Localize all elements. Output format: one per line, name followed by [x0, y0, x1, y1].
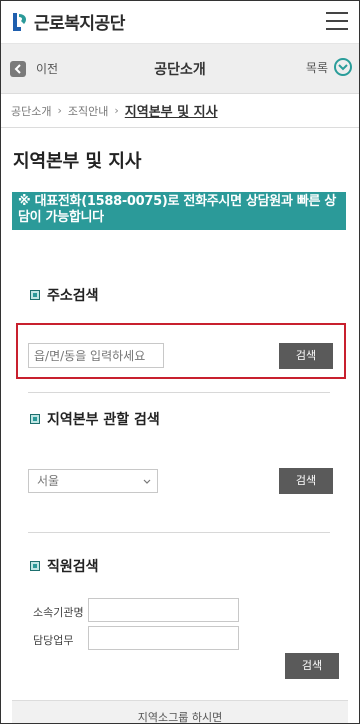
- bullet-square-icon: [30, 290, 40, 300]
- address-search-button[interactable]: 검색: [279, 343, 333, 369]
- staff-search-heading: 직원검색: [30, 556, 99, 576]
- region-selected-value: 서울: [37, 474, 60, 488]
- page-title: 지역본부 및 지사: [13, 151, 142, 172]
- staff-search-button[interactable]: 검색: [285, 653, 339, 679]
- chevron-down-icon: [143, 479, 151, 484]
- duty-input[interactable]: [88, 626, 239, 650]
- org-name-label: 소속기관명: [33, 606, 84, 619]
- breadcrumb-current[interactable]: 지역본부 및 지사: [125, 101, 218, 120]
- region-search-title: 지역본부 관할 검색: [47, 412, 160, 428]
- breadcrumb-item[interactable]: 조직안내: [68, 103, 108, 119]
- comwel-logo-icon: [13, 12, 27, 31]
- footer-hint-text: 지역소그룹 하시면: [137, 711, 223, 724]
- site-logo[interactable]: 근로복지공단: [10, 9, 125, 34]
- address-search-title: 주소검색: [47, 288, 99, 304]
- chevron-right-icon: ›: [57, 104, 62, 117]
- region-search-button[interactable]: 검색: [279, 468, 333, 494]
- duty-label: 담당업무: [33, 634, 74, 647]
- menu-icon[interactable]: [326, 10, 348, 32]
- list-button[interactable]: 목록: [306, 58, 352, 76]
- chevron-right-icon: ›: [114, 104, 119, 117]
- divider: [28, 532, 330, 533]
- divider: [28, 392, 330, 393]
- staff-search-title: 직원검색: [47, 559, 99, 575]
- breadcrumb-item[interactable]: 공단소개: [11, 103, 51, 119]
- bullet-square-icon: [30, 561, 40, 571]
- address-search-input[interactable]: [28, 343, 164, 368]
- bullet-square-icon: [30, 414, 40, 424]
- list-label: 목록: [305, 60, 328, 75]
- region-select[interactable]: 서울: [28, 469, 158, 493]
- top-header: 근로복지공단: [0, 0, 360, 44]
- org-name-input[interactable]: [88, 598, 239, 622]
- chevron-down-circle-icon: [334, 58, 352, 76]
- region-search-heading: 지역본부 관할 검색: [30, 409, 160, 429]
- address-search-heading: 주소검색: [30, 285, 99, 305]
- breadcrumb: 공단소개 › 조직안내 › 지역본부 및 지사: [0, 94, 360, 128]
- sub-navigation-bar: 이전 공단소개 목록: [0, 44, 360, 94]
- logo-text: 근로복지공단: [34, 14, 125, 34]
- footer-hint-bar: 지역소그룹 하시면: [12, 700, 348, 724]
- phone-notice: ※ 대표전화(1588-0075)로 전화주시면 상담원과 빠른 상담이 가능합…: [12, 192, 346, 230]
